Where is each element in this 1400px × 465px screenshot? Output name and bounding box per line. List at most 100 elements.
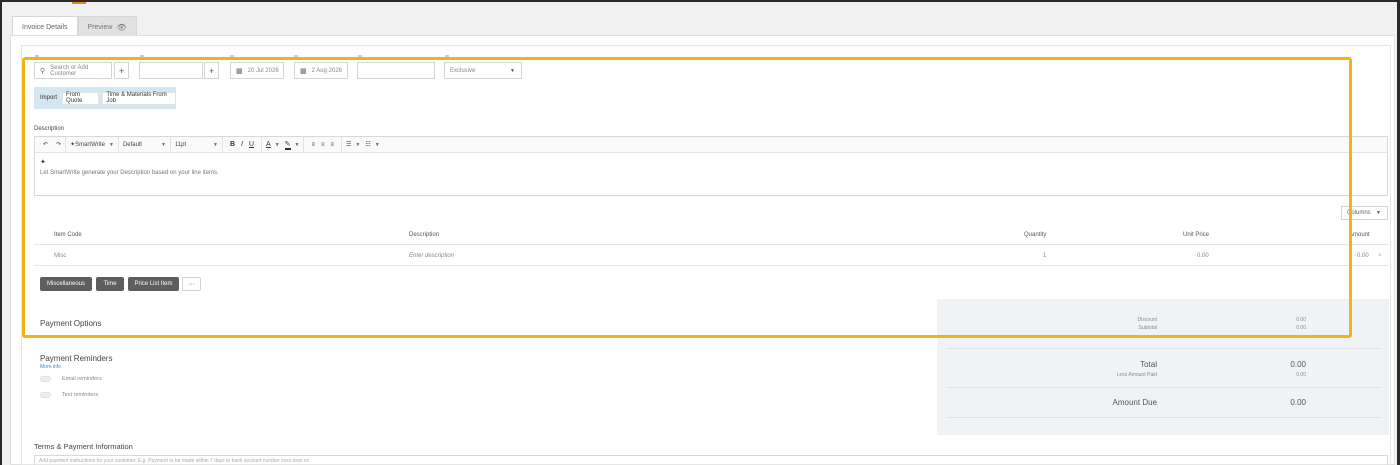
import-bar: Import From Quote Time & Materials From … <box>34 87 176 109</box>
terms-heading: Terms & Payment Information <box>34 442 133 451</box>
align-center-icon[interactable]: ≡ <box>321 142 325 148</box>
eye-icon: 👁 <box>116 23 127 32</box>
align-group: ≡ ≡ ≡ <box>304 136 343 153</box>
chevron-down-icon[interactable]: ▼ <box>355 142 360 148</box>
redo-icon[interactable]: ↷ <box>52 136 67 153</box>
chevron-down-icon: ▼ <box>213 141 218 148</box>
unit-price-cell[interactable]: 0.00 <box>1197 253 1209 259</box>
description-label: Description <box>34 126 65 132</box>
chevron-down-icon[interactable]: ▼ <box>295 142 300 148</box>
tax-mode-select[interactable]: Exclusive ▼ <box>444 62 522 79</box>
issue-date-value: 20 Jul 2026 <box>247 67 279 74</box>
description-cell[interactable]: Enter description <box>409 253 454 259</box>
font-family-select[interactable]: Default ▼ <box>119 136 171 153</box>
sparkle-icon[interactable]: ✦ <box>40 158 1382 166</box>
highlight-color-icon[interactable]: ✎ <box>284 140 291 150</box>
field-label-stub <box>445 55 449 57</box>
less-amount-paid-value: 0.00 <box>1296 372 1306 378</box>
text-color-icon[interactable]: A <box>266 141 271 148</box>
due-date-input[interactable]: ▦ 2 Aug 2026 <box>294 62 348 79</box>
editor-content[interactable]: ✦ Let SmartWrite generate your Descripti… <box>35 153 1387 181</box>
font-family-value: Default <box>122 141 142 148</box>
chevron-down-icon[interactable]: ▼ <box>375 142 380 148</box>
chevron-down-icon[interactable]: ▼ <box>275 142 280 148</box>
bullet-list-icon[interactable]: ☰ <box>346 141 351 148</box>
text-reminders-label: Text reminders <box>62 392 99 398</box>
quantity-cell[interactable]: 1 <box>1043 253 1046 259</box>
brand-strip <box>72 2 86 4</box>
font-size-select[interactable]: 11pt ▼ <box>171 136 223 153</box>
text-style-group: BIU <box>223 136 263 153</box>
discount-label: Discount <box>1137 317 1157 323</box>
more-info-link[interactable]: More info <box>40 364 61 370</box>
italic-icon[interactable]: I <box>241 141 243 148</box>
add-customer-button[interactable]: + <box>114 62 129 79</box>
numbered-list-icon[interactable]: ☷ <box>365 141 370 148</box>
align-right-icon[interactable]: ≡ <box>331 142 335 148</box>
description-editor[interactable]: ↶ ↷ ✦ SmartWrite ▼ Default ▼ 11pt ▼ BIU A ▼ … <box>34 136 1388 196</box>
due-date-value: 2 Aug 2026 <box>311 67 342 74</box>
email-reminders-toggle[interactable] <box>40 376 51 382</box>
text-reminders-toggle[interactable] <box>40 392 51 398</box>
search-icon: ⚲ <box>40 67 46 75</box>
email-reminders-label: Email reminders <box>62 376 102 382</box>
chevron-down-icon: ▼ <box>161 141 166 148</box>
columns-label: Columns <box>1347 210 1371 216</box>
caret-down-icon: ▼ <box>1376 210 1381 216</box>
smartwrite-label: SmartWrite <box>75 141 105 148</box>
payment-options-heading: Payment Options <box>40 319 102 328</box>
more-options-button[interactable]: ··· <box>182 277 201 291</box>
totals-panel <box>937 299 1389 435</box>
email-reminders-toggle-row: Email reminders <box>40 376 102 382</box>
amount-cell: 0.00 <box>1357 253 1369 259</box>
customer-search-input[interactable]: ⚲ Search or Add Customer <box>34 62 112 79</box>
col-header-amount: Amount <box>1349 232 1370 238</box>
tab-label: Invoice Details <box>22 24 68 31</box>
add-reference-button[interactable]: + <box>204 62 219 79</box>
subtotal-value: 0.00 <box>1296 325 1306 331</box>
order-number-input[interactable] <box>357 62 435 79</box>
add-miscellaneous-button[interactable]: Miscellaneous <box>40 277 92 291</box>
amount-due-value: 0.00 <box>1290 398 1306 407</box>
editor-toolbar: ↶ ↷ ✦ SmartWrite ▼ Default ▼ 11pt ▼ BIU A ▼ … <box>35 136 1387 153</box>
total-value: 0.00 <box>1290 360 1306 369</box>
list-group: ☰ ▼ ☷ ▼ <box>342 137 384 153</box>
discount-value: 0.00 <box>1296 317 1306 323</box>
col-header-quantity: Quantity <box>1024 232 1047 238</box>
field-label-stub <box>230 55 234 57</box>
item-code-cell[interactable]: Misc <box>54 253 66 259</box>
font-size-value: 11pt <box>174 141 187 148</box>
tax-mode-value: Exclusive <box>450 67 476 74</box>
smartwrite-menu[interactable]: ✦ SmartWrite ▼ <box>66 136 119 153</box>
terms-placeholder: Add payment instructions for your custom… <box>39 458 309 464</box>
field-label-stub <box>35 55 39 57</box>
customer-placeholder: Search or Add Customer <box>50 64 89 77</box>
less-amount-paid-label: Less Amount Paid <box>1116 372 1157 378</box>
underline-icon[interactable]: U <box>249 141 254 148</box>
summary-divider <box>946 348 1382 349</box>
calendar-icon: ▦ <box>300 67 307 75</box>
columns-select[interactable]: Columns ▼ <box>1341 206 1388 220</box>
issue-date-input[interactable]: ▦ 20 Jul 2026 <box>230 62 284 79</box>
table-divider <box>34 265 1388 266</box>
summary-divider <box>946 387 1382 388</box>
undo-icon[interactable]: ↶ <box>39 137 52 153</box>
col-header-description: Description <box>409 232 440 238</box>
amount-due-label: Amount Due <box>1112 398 1157 407</box>
caret-down-icon: ▼ <box>510 67 515 74</box>
import-from-quote-button[interactable]: From Quote <box>62 91 100 105</box>
table-divider <box>34 244 1388 245</box>
total-label: Total <box>1140 360 1157 369</box>
chevron-down-icon: ▼ <box>109 141 114 148</box>
import-time-materials-button[interactable]: Time & Materials From Job <box>102 91 176 105</box>
calendar-icon: ▦ <box>236 67 243 75</box>
smartwrite-hint: Let SmartWrite generate your Description… <box>40 170 219 176</box>
remove-row-icon[interactable]: × <box>1378 253 1382 259</box>
align-left-icon[interactable]: ≡ <box>311 142 315 148</box>
terms-textarea[interactable]: Add payment instructions for your custom… <box>34 455 1388 465</box>
add-time-button[interactable]: Time <box>96 277 124 291</box>
add-price-list-item-button[interactable]: Price List Item <box>128 277 179 291</box>
field-label-stub <box>140 55 144 57</box>
bold-icon[interactable]: B <box>230 141 235 148</box>
reference-input[interactable] <box>139 62 203 79</box>
